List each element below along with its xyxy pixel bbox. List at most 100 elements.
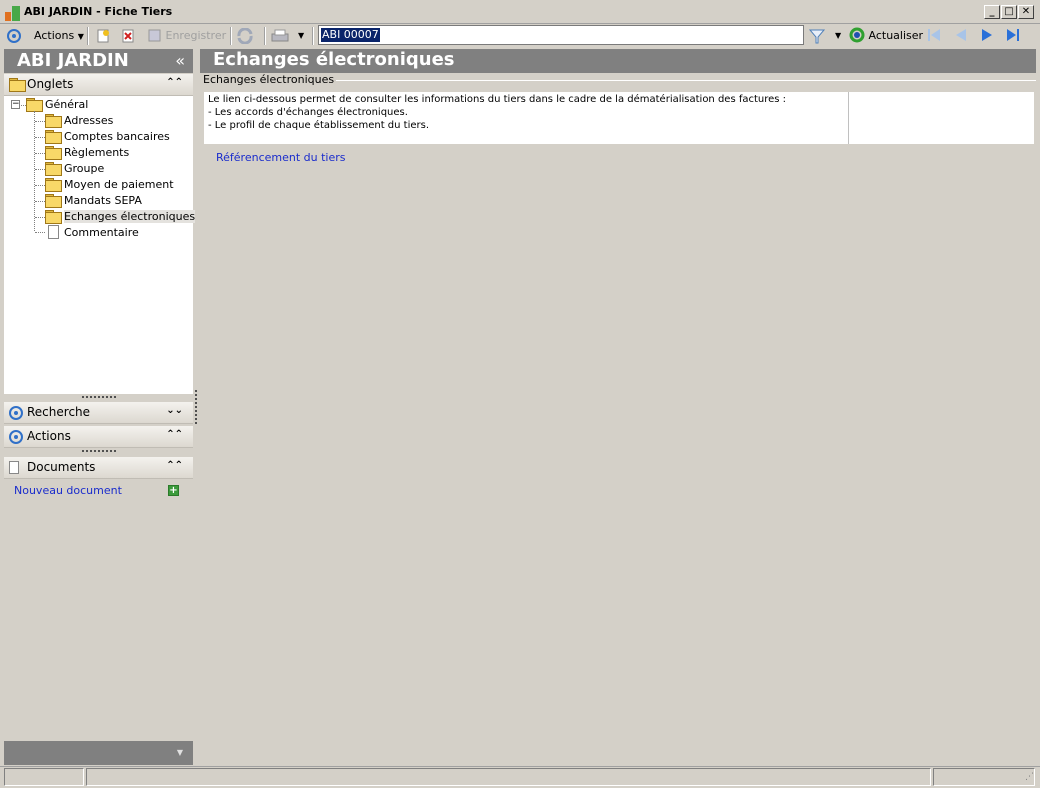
folder-icon	[45, 194, 62, 208]
tabs-tree: − Général Adresses Comptes bancaires Règ…	[4, 96, 196, 394]
status-cell	[86, 768, 931, 786]
add-icon[interactable]: +	[168, 485, 179, 496]
refresh-icon	[849, 27, 865, 43]
print-button[interactable]	[270, 28, 290, 46]
actions-menu-label: Actions	[34, 29, 75, 42]
folder-icon	[45, 146, 62, 160]
left-panel-header: ABI JARDIN «	[4, 49, 193, 73]
filter-dropdown-icon[interactable]: ▼	[835, 27, 841, 45]
status-cell	[4, 768, 84, 786]
tree-item-echanges-electroniques[interactable]: Echanges électroniques	[45, 209, 196, 225]
tree-collapse-toggle[interactable]: −	[11, 100, 20, 109]
chevron-down-icon[interactable]: ▼	[177, 748, 183, 757]
splitter-grip[interactable]	[82, 450, 116, 453]
last-record-button[interactable]	[1005, 27, 1021, 45]
previous-record-button[interactable]	[953, 27, 969, 45]
left-panel-footer: ▼	[4, 741, 193, 765]
info-divider	[848, 92, 849, 144]
print-dropdown-icon[interactable]: ▼	[298, 27, 304, 45]
tree-item-label: Règlements	[64, 146, 130, 159]
folder-icon	[9, 78, 26, 92]
tree-item-groupe[interactable]: Groupe	[45, 161, 104, 177]
tree-item-mandats-sepa[interactable]: Mandats SEPA	[45, 193, 142, 209]
previous-record-icon	[956, 29, 966, 41]
title-bar: ABI JARDIN - Fiche Tiers _ □ ✕	[0, 0, 1040, 24]
open-folder-icon	[45, 210, 62, 224]
group-divider	[316, 80, 1036, 81]
tree-item-label: Comptes bancaires	[64, 130, 170, 143]
chevron-up-icon[interactable]: ⌃⌃	[166, 77, 183, 88]
sync-icon	[237, 27, 253, 45]
refresh-button[interactable]: Actualiser	[849, 27, 923, 45]
document-icon	[9, 461, 19, 474]
save-label: Enregistrer	[165, 29, 227, 42]
collapse-panel-button[interactable]: «	[175, 51, 185, 70]
splitter-grip[interactable]	[82, 396, 116, 399]
window-title: ABI JARDIN - Fiche Tiers	[24, 5, 173, 18]
recherche-label: Recherche	[27, 405, 91, 419]
folder-icon	[45, 162, 62, 176]
tree-item-label: Groupe	[64, 162, 105, 175]
resize-grip-icon[interactable]: ⋰	[1025, 772, 1034, 782]
minimize-button[interactable]: _	[984, 5, 1000, 19]
recherche-section-header[interactable]: Recherche ⌄⌄	[4, 402, 193, 424]
close-button[interactable]: ✕	[1018, 5, 1034, 19]
info-box: Le lien ci-dessous permet de consulter l…	[204, 92, 1034, 144]
search-input[interactable]: ABI 00007	[318, 25, 804, 45]
referencement-link[interactable]: Référencement du tiers	[216, 151, 346, 164]
new-document-icon	[97, 29, 109, 43]
new-record-button[interactable]	[96, 29, 110, 47]
info-text: Le lien ci-dessous permet de consulter l…	[208, 94, 787, 131]
tree-item-label: Adresses	[64, 114, 114, 127]
documents-label: Documents	[27, 460, 96, 474]
tree-item-label: Commentaire	[64, 226, 139, 239]
last-record-icon	[1007, 29, 1019, 41]
tree-item-label: Moyen de paiement	[64, 178, 174, 191]
folder-icon	[45, 114, 62, 128]
search-input-value: ABI 00007	[321, 28, 380, 42]
delete-button[interactable]	[121, 29, 135, 47]
group-title: Echanges électroniques	[203, 73, 337, 86]
tree-item-label: Echanges électroniques	[64, 210, 196, 223]
documents-section-header[interactable]: Documents ⌃⌃	[4, 457, 193, 479]
actions-circle-icon	[7, 29, 21, 47]
folder-icon	[45, 130, 62, 144]
actions-circle-icon	[9, 430, 23, 444]
tree-item-reglements[interactable]: Règlements	[45, 145, 129, 161]
vertical-splitter[interactable]	[195, 390, 197, 424]
save-button[interactable]: Enregistrer	[148, 27, 226, 45]
onglets-label: Onglets	[27, 77, 74, 91]
app-logo-icon	[5, 6, 20, 21]
first-record-button[interactable]	[926, 27, 942, 45]
tree-item-label: Général	[45, 98, 89, 111]
chevron-up-icon[interactable]: ⌃⌃	[166, 460, 183, 471]
tree-item-comptes-bancaires[interactable]: Comptes bancaires	[45, 129, 170, 145]
new-document-link[interactable]: Nouveau document	[14, 484, 122, 497]
delete-icon	[122, 29, 134, 43]
documents-panel: Nouveau document +	[4, 481, 193, 741]
tree-item-adresses[interactable]: Adresses	[45, 113, 113, 129]
actions-menu-button[interactable]: Actions ▼	[34, 27, 84, 45]
next-record-button[interactable]	[979, 27, 995, 45]
actions-section-label: Actions	[27, 429, 71, 443]
save-icon	[148, 29, 161, 42]
onglets-section-header[interactable]: Onglets ⌃⌃	[4, 74, 193, 96]
folder-icon	[26, 98, 43, 112]
chevron-down-icon[interactable]: ⌄⌄	[166, 405, 183, 416]
document-icon	[48, 225, 59, 239]
refresh-label: Actualiser	[868, 29, 924, 42]
sync-button[interactable]	[236, 27, 254, 46]
tree-item-moyen-de-paiement[interactable]: Moyen de paiement	[45, 177, 174, 193]
page-title: Echanges électroniques	[213, 49, 455, 70]
printer-icon	[271, 29, 289, 42]
filter-icon	[808, 29, 826, 44]
tree-item-general[interactable]: Général	[26, 97, 88, 113]
maximize-button[interactable]: □	[1001, 5, 1017, 19]
chevron-up-icon[interactable]: ⌃⌃	[166, 429, 183, 440]
filter-button[interactable]	[808, 27, 826, 45]
tree-item-label: Mandats SEPA	[64, 194, 142, 207]
status-bar: ⋰	[0, 766, 1040, 788]
tree-item-commentaire[interactable]: Commentaire	[45, 225, 139, 241]
actions-section-header[interactable]: Actions ⌃⌃	[4, 426, 193, 448]
left-panel-title: ABI JARDIN	[17, 50, 129, 71]
